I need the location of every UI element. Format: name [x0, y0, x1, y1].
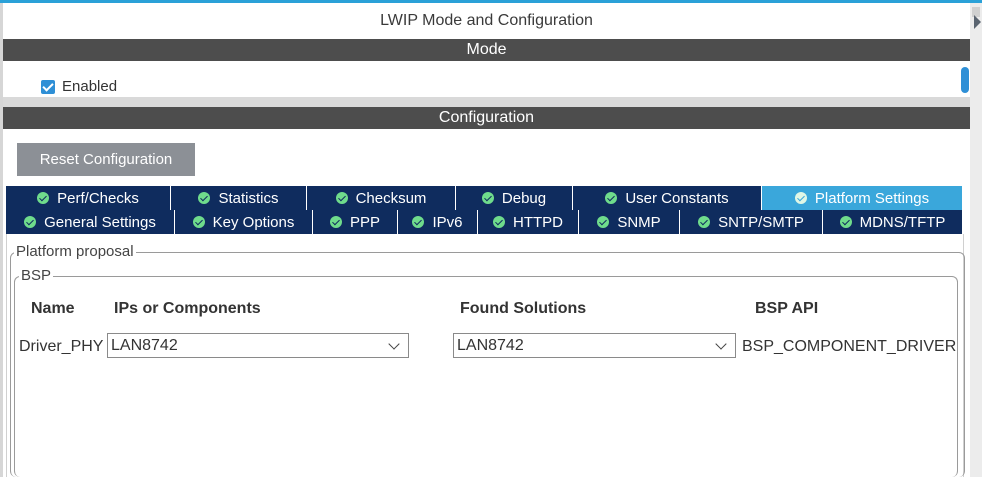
tab-mdns-tftp[interactable]: MDNS/TFTP: [823, 210, 963, 234]
tab-debug[interactable]: Debug: [456, 186, 573, 210]
enabled-label[interactable]: Enabled: [62, 78, 117, 95]
tab-label: IPv6: [432, 213, 463, 231]
tab-checksum[interactable]: Checksum: [307, 186, 456, 210]
collapse-arrow-icon[interactable]: [974, 15, 981, 29]
column-header-api: BSP API: [755, 300, 819, 317]
tab-row-1: Perf/Checks Statistics Checksum Debug Us…: [6, 186, 963, 210]
right-collapse-strip[interactable]: [970, 3, 982, 477]
tab-general-settings[interactable]: General Settings: [6, 210, 175, 234]
tab-label: MDNS/TFTP: [859, 213, 946, 231]
ips-components-select[interactable]: LAN8742: [107, 333, 409, 358]
tab-sntp-smtp[interactable]: SNTP/SMTP: [680, 210, 823, 234]
platform-proposal-label: Platform proposal: [14, 243, 136, 260]
tab-label: Key Options: [212, 213, 295, 231]
tab-label: HTTPD: [513, 213, 563, 231]
mode-scrollbar-thumb[interactable]: [961, 67, 969, 93]
mode-panel: Enabled: [3, 61, 970, 97]
check-circle-icon: [597, 216, 610, 228]
driver-name: Driver_PHY: [19, 338, 104, 355]
bsp-label: BSP: [19, 267, 54, 284]
check-circle-icon: [198, 192, 211, 204]
tab-label: SNTP/SMTP: [718, 213, 804, 231]
check-circle-icon: [329, 216, 342, 228]
check-circle-icon: [335, 192, 348, 204]
mode-section-header: Mode: [3, 39, 970, 61]
check-circle-icon: [481, 192, 494, 204]
tab-snmp[interactable]: SNMP: [579, 210, 680, 234]
check-circle-icon: [24, 216, 37, 228]
ips-components-value: LAN8742: [111, 336, 178, 354]
column-header-found: Found Solutions: [460, 300, 587, 317]
tab-key-options[interactable]: Key Options: [175, 210, 313, 234]
enabled-checkbox[interactable]: [41, 80, 55, 94]
check-circle-icon: [839, 216, 852, 228]
column-header-name: Name: [31, 300, 75, 317]
tab-label: Statistics: [218, 189, 279, 207]
chevron-down-icon: [388, 338, 400, 350]
tab-label: User Constants: [625, 189, 729, 207]
bsp-api-value: BSP_COMPONENT_DRIVER: [742, 338, 957, 355]
tab-perf-checks[interactable]: Perf/Checks: [6, 186, 171, 210]
configuration-section-header: Configuration: [3, 107, 970, 129]
tab-label: Perf/Checks: [57, 189, 139, 207]
check-circle-icon: [192, 216, 205, 228]
window-title: LWIP Mode and Configuration: [3, 3, 970, 38]
tab-statistics[interactable]: Statistics: [171, 186, 307, 210]
tab-httpd[interactable]: HTTPD: [478, 210, 579, 234]
tab-label: Platform Settings: [814, 189, 930, 207]
tab-ipv6[interactable]: IPv6: [398, 210, 478, 234]
tab-user-constants[interactable]: User Constants: [573, 186, 762, 210]
tab-row-2: General Settings Key Options PPP IPv6 HT…: [6, 210, 963, 234]
column-header-ips: IPs or Components: [114, 300, 261, 317]
found-solutions-select[interactable]: LAN8742: [453, 333, 736, 358]
tab-label: Debug: [501, 189, 547, 207]
check-circle-icon: [794, 192, 807, 204]
tab-platform-settings[interactable]: Platform Settings: [762, 186, 963, 210]
reset-configuration-button[interactable]: Reset Configuration: [17, 143, 195, 176]
check-circle-icon: [412, 216, 425, 228]
check-circle-icon: [493, 216, 505, 228]
check-circle-icon: [698, 216, 711, 228]
tab-label: Checksum: [355, 189, 427, 207]
splitter[interactable]: [3, 97, 970, 107]
check-circle-icon: [37, 192, 50, 204]
chevron-down-icon: [715, 338, 727, 350]
tab-label: SNMP: [617, 213, 661, 231]
found-solutions-value: LAN8742: [457, 336, 524, 354]
tab-label: PPP: [349, 213, 380, 231]
tab-label: General Settings: [44, 213, 156, 231]
check-circle-icon: [605, 192, 618, 204]
tab-ppp[interactable]: PPP: [313, 210, 398, 234]
